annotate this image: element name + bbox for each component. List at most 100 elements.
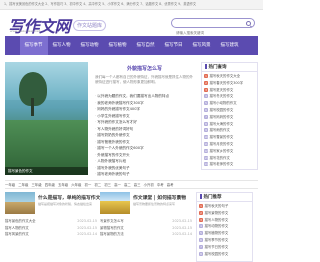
- tag-link[interactable]: 一年级: [5, 183, 15, 187]
- tag-link[interactable]: 五年级: [58, 183, 68, 187]
- list-item[interactable]: 13 描写花的作文: [204, 155, 255, 162]
- list-item-label: 描写秋天的句子: [204, 204, 229, 208]
- list-item[interactable]: 12 描写家乡的作文: [204, 148, 255, 155]
- list-item-label: 描写花的作文: [209, 155, 230, 160]
- top-announcement: 1、描写优美景色的作文大全 2、写作技巧 3、初中作文 4、高中作文 5、小学作…: [0, 0, 263, 10]
- rank-badge: 9: [204, 128, 208, 133]
- tag-link[interactable]: 高三: [134, 183, 141, 187]
- list-item[interactable]: 描写景物的方法 2023-02-14: [100, 231, 192, 238]
- tag-link[interactable]: 中考: [157, 183, 164, 187]
- article-list: 以外貌为题的作文，我们要描写出人物的特点 我的老师外貌描写作文300字 妈妈的外…: [93, 93, 196, 178]
- list-item-label: 描写动物的作文: [204, 224, 229, 229]
- search-box[interactable]: [171, 18, 255, 37]
- list-item[interactable]: 8 描写大海的作文: [204, 121, 255, 128]
- list-item[interactable]: 10 描写雪景的作文: [204, 134, 255, 141]
- banner-image[interactable]: 描写景色的作文: [5, 62, 88, 175]
- logo[interactable]: 写作文网 作文站题库: [8, 13, 107, 37]
- recommend-panel: 热门推荐 1 描写秋天的句子 2 描写景物的作文 3 描写人物的作文 4 描写动物的作文…: [196, 192, 253, 262]
- list-item[interactable]: 景物描写的作文 2023-02-15: [100, 225, 192, 232]
- tag-link[interactable]: 初二: [94, 183, 101, 187]
- list-item-label: 描写季节的作文: [204, 237, 229, 242]
- nav-item[interactable]: 描写植物: [104, 36, 132, 55]
- nav-item[interactable]: 描写人物: [48, 36, 76, 55]
- list-item-label: 描写家乡的作文: [209, 148, 234, 153]
- tag-link[interactable]: 六年级: [71, 183, 81, 187]
- nav-item[interactable]: 描写风景: [188, 36, 216, 55]
- section-title[interactable]: 作文课堂 | 如何描写景物: [133, 194, 186, 201]
- list-item-label: 描写小动物的作文: [209, 101, 237, 106]
- section-list: 写景作文怎么写 2023-02-15 景物描写的作文 2023-02-15 描写景物…: [100, 218, 192, 238]
- section-list: 描写景色的作文大全 2023-02-15 描写人物的作文 2023-02-15 描写…: [5, 218, 97, 238]
- rank-badge: 13: [204, 155, 208, 160]
- list-item-label: 描写校园的作文: [209, 107, 234, 112]
- rank-badge: 1: [204, 74, 208, 78]
- list-item-label: 描写校园的作文: [204, 251, 229, 256]
- list-item[interactable]: 9 描写雨的作文: [204, 127, 255, 134]
- section-thumbnail[interactable]: [100, 192, 130, 214]
- list-item-date: 2023-02-14: [77, 232, 97, 237]
- list-item[interactable]: 描写老师外貌的句子: [95, 171, 194, 178]
- search-icon[interactable]: [246, 20, 251, 26]
- list-item[interactable]: 5 描写植物的作文: [199, 230, 250, 237]
- grade-tag-row: 一年级 二年级 三年级 四年级 五年级 六年级 初一 初二 初三 高一 高二 高…: [5, 180, 258, 189]
- tag-link[interactable]: 初三: [104, 183, 111, 187]
- list-item[interactable]: 6 描写季节的作文: [199, 237, 250, 244]
- list-item[interactable]: 1 描写秋天的句子: [199, 203, 250, 210]
- list-item[interactable]: 8 描写校园的作文: [199, 251, 250, 258]
- list-item[interactable]: 3 描写人物的作文: [199, 217, 250, 224]
- nav-item[interactable]: 描写自然: [132, 36, 160, 55]
- section-thumbnail[interactable]: [5, 192, 35, 214]
- list-item-label: 描写风景的作文: [5, 232, 29, 237]
- list-item[interactable]: 4 描写冬天的作文: [204, 93, 255, 100]
- tag-link[interactable]: 小升初: [144, 183, 154, 187]
- rank-badge: 10: [204, 135, 208, 140]
- rank-badge: 7: [199, 244, 203, 249]
- tag-link[interactable]: 高考: [167, 183, 174, 187]
- list-item[interactable]: 写景作文怎么写 2023-02-15: [100, 218, 192, 225]
- list-item[interactable]: 2 描写春天的作文300字: [204, 80, 255, 87]
- list-item-label: 景物描写的作文: [100, 225, 124, 230]
- rank-badge: 1: [199, 204, 203, 208]
- list-item[interactable]: 1 描写秋天的作文大全: [204, 73, 255, 80]
- tag-link[interactable]: 二年级: [18, 183, 28, 187]
- search-input[interactable]: [172, 29, 242, 37]
- list-item[interactable]: 6 描写校园的作文: [204, 107, 255, 114]
- list-item-label: 描写春天的作文300字: [209, 80, 244, 85]
- list-item[interactable]: 11 描写月亮的作文: [204, 141, 255, 148]
- section-desc: 描写是把描写对象的状貌、情态描绘出来: [38, 202, 93, 206]
- rank-badge: 5: [199, 231, 203, 236]
- rank-badge: 8: [204, 121, 208, 126]
- nav-item[interactable]: 描写动物: [76, 36, 104, 55]
- list-item-label: 描写月亮的作文: [209, 141, 234, 146]
- list-item[interactable]: 描写人物的作文 2023-02-15: [5, 225, 97, 232]
- tag-link[interactable]: 高二: [124, 183, 131, 187]
- nav-item[interactable]: 描写节日: [160, 36, 188, 55]
- list-item-label: 描写大海的作文: [209, 121, 234, 126]
- section-title[interactable]: 什么是描写，单纯的描写作文: [38, 194, 100, 201]
- list-item-label: 描写雨的作文: [209, 128, 230, 133]
- list-item[interactable]: 描写景色的作文大全 2023-02-15: [5, 218, 97, 225]
- featured-title[interactable]: 外貌描写怎么写: [93, 65, 196, 72]
- rank-badge: 12: [204, 148, 208, 153]
- list-item[interactable]: 7 描写节日的作文: [199, 244, 250, 251]
- list-item-date: 2023-02-15: [77, 219, 97, 223]
- list-item-label: 描写景物的方法: [100, 232, 124, 237]
- panel-title: 热门查询: [202, 63, 257, 72]
- tag-link[interactable]: 初一: [85, 183, 92, 187]
- list-item[interactable]: 14 描写老师的作文: [204, 161, 255, 168]
- tag-link[interactable]: 三年级: [32, 183, 42, 187]
- nav-item[interactable]: 描写季节: [19, 36, 48, 55]
- list-item[interactable]: 3 描写夏天的作文: [204, 87, 255, 94]
- tag-link[interactable]: 四年级: [45, 183, 55, 187]
- list-item[interactable]: 7 描写妈妈的作文: [204, 114, 255, 121]
- list-item[interactable]: 5 描写小动物的作文: [204, 100, 255, 107]
- nav-item[interactable]: 描写建筑: [216, 36, 244, 55]
- rank-badge: 6: [199, 237, 203, 242]
- banner-trunk: [31, 98, 34, 116]
- list-item[interactable]: 描写风景的作文 2023-02-14: [5, 231, 97, 238]
- section-desc: 描写景物要抓住景物的特点来写: [133, 202, 176, 206]
- tag-link[interactable]: 高一: [114, 183, 121, 187]
- list-item-date: 2023-02-15: [172, 219, 192, 223]
- list-item[interactable]: 2 描写景物的作文: [199, 210, 250, 217]
- list-item[interactable]: 4 描写动物的作文: [199, 223, 250, 230]
